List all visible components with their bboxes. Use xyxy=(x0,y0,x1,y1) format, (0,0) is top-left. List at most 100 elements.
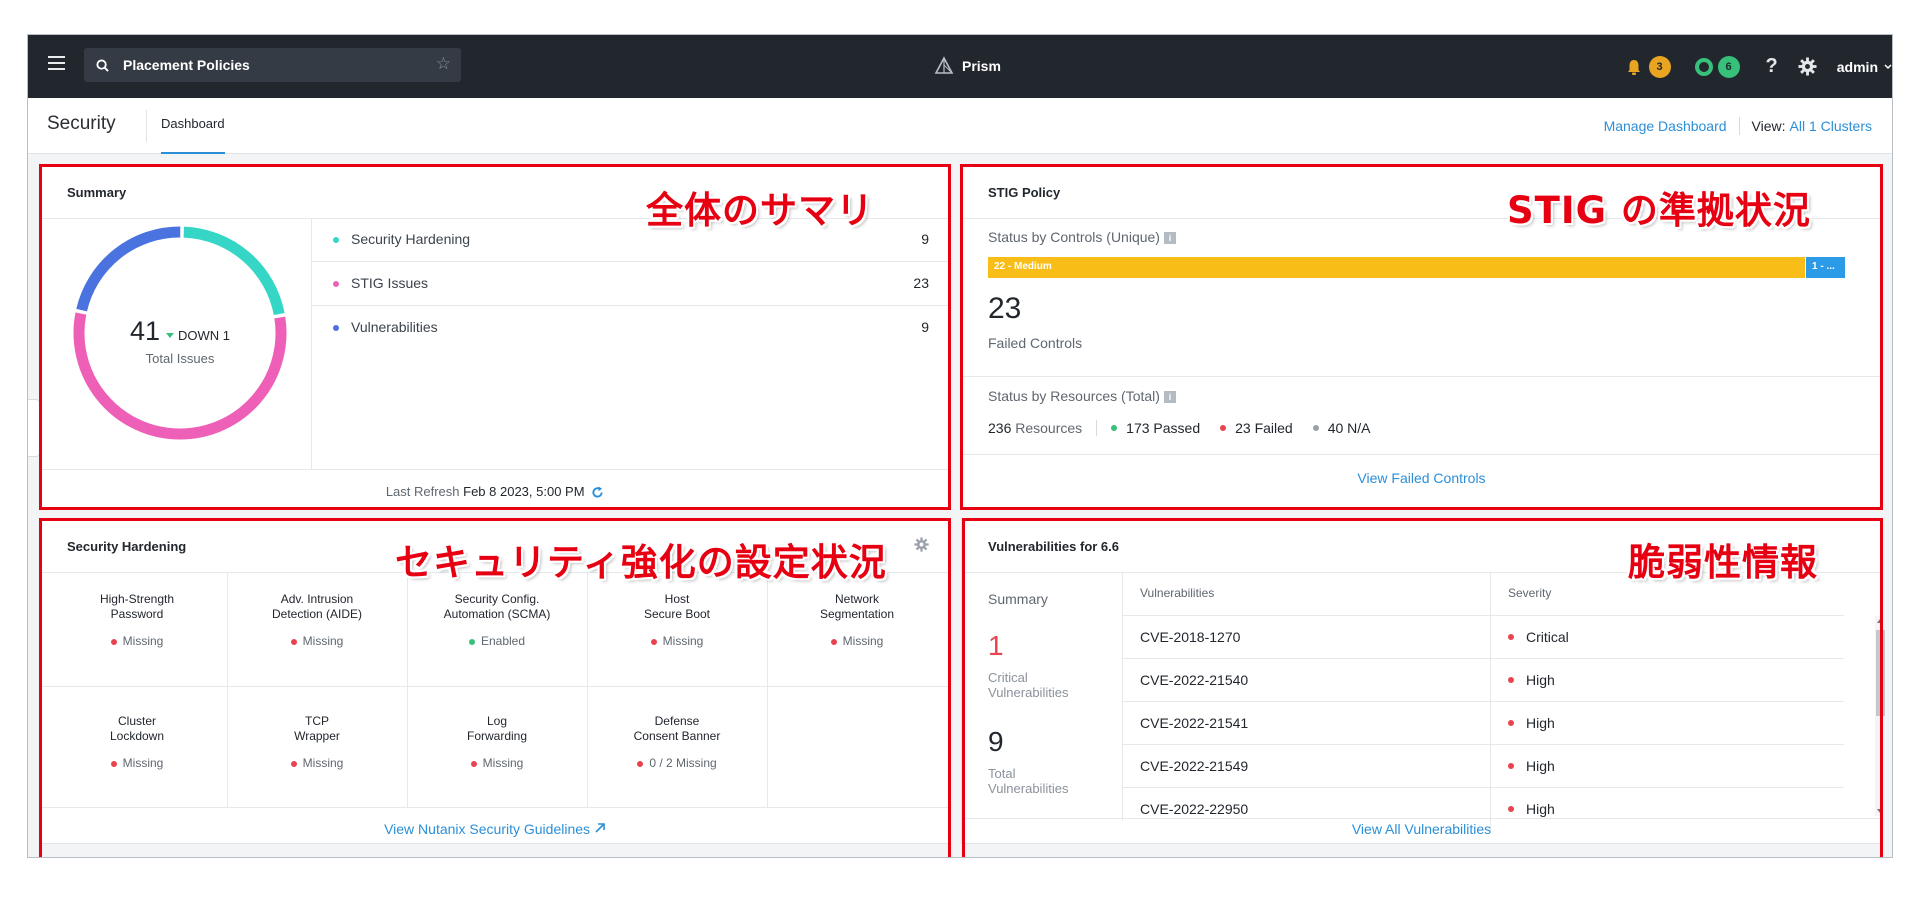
hardening-name-line1: Host xyxy=(664,592,690,606)
security-guidelines-link[interactable]: View Nutanix Security Guidelines xyxy=(41,821,949,837)
hardening-item[interactable]: High-Strength Password Missing xyxy=(47,592,227,649)
view-all-vulnerabilities-link[interactable]: View All Vulnerabilities xyxy=(962,821,1881,837)
severity-label: High xyxy=(1526,672,1555,688)
status-dot xyxy=(830,638,837,645)
star-icon[interactable]: ☆ xyxy=(436,54,451,74)
cve-id[interactable]: CVE-2022-21541 xyxy=(1140,715,1248,731)
divider xyxy=(1490,572,1491,615)
divider xyxy=(41,469,949,470)
info-icon[interactable]: i xyxy=(1163,391,1176,404)
tasks-ring-icon[interactable] xyxy=(1694,57,1713,76)
legend-item[interactable]: Vulnerabilities 9 xyxy=(311,306,951,350)
hardening-status: Missing xyxy=(47,756,227,771)
annotation-hardening: セキュリティ強化の設定状況 xyxy=(395,541,887,584)
divider xyxy=(1490,745,1491,788)
status-dot xyxy=(468,638,475,645)
scroll-up-icon[interactable] xyxy=(1877,619,1883,623)
view-failed-controls-link[interactable]: View Failed Controls xyxy=(962,470,1881,486)
cluster-selector[interactable]: All 1 Clusters xyxy=(1790,118,1872,134)
severity-label: High xyxy=(1526,715,1555,731)
hardening-item[interactable]: Adv. Intrusion Detection (AIDE) Missing xyxy=(227,592,407,649)
hardening-name-line1: Log xyxy=(486,714,508,728)
status-dot xyxy=(1508,720,1514,726)
legend-value: 9 xyxy=(921,319,929,335)
divider xyxy=(146,110,147,142)
vulnerabilities-title: Vulnerabilities for 6.6 xyxy=(988,539,1120,554)
hardening-item[interactable]: Security Config. Automation (SCMA) Enabled xyxy=(407,592,587,649)
hardening-item[interactable]: Defense Consent Banner 0 / 2 Missing xyxy=(587,714,767,771)
hardening-name-line1: Defense xyxy=(654,714,700,728)
cve-id[interactable]: CVE-2022-22950 xyxy=(1140,801,1248,817)
info-icon[interactable]: i xyxy=(1163,232,1176,245)
prism-logo-icon xyxy=(934,56,954,74)
user-menu[interactable]: admin xyxy=(1837,59,1878,75)
resources-count: 236 xyxy=(988,420,1012,436)
hardening-item[interactable]: Host Secure Boot Missing xyxy=(587,592,767,649)
alerts-badge[interactable]: 3 xyxy=(1648,55,1671,78)
hardening-item[interactable]: Cluster Lockdown Missing xyxy=(47,714,227,771)
passed-label: 173 Passed xyxy=(1126,420,1201,436)
hardening-name-line2: Detection (AIDE) xyxy=(271,607,363,621)
failed-stat: 23 Failed xyxy=(1220,420,1293,436)
side-panel-handle[interactable] xyxy=(28,399,40,457)
tasks-badge[interactable]: 6 xyxy=(1717,55,1740,78)
trend-label: DOWN 1 xyxy=(178,328,231,343)
na-label: 40 N/A xyxy=(1327,420,1371,436)
hardening-item[interactable]: Log Forwarding Missing xyxy=(407,714,587,771)
status-dot xyxy=(290,760,297,767)
hardening-status: Enabled xyxy=(407,634,587,649)
hardening-name-line2: Wrapper xyxy=(294,729,340,743)
total-label-line1: Total xyxy=(988,766,1016,781)
hardening-status: 0 / 2 Missing xyxy=(587,756,767,771)
hardening-item[interactable]: Network Segmentation Missing xyxy=(767,592,947,649)
annotation-summary: 全体のサマリ xyxy=(646,189,874,232)
hardening-name-line2: Automation (SCMA) xyxy=(443,607,551,621)
gear-icon[interactable] xyxy=(914,537,929,552)
severity-cell: High xyxy=(1508,758,1555,774)
medium-segment[interactable]: 22 - Medium xyxy=(988,257,1805,278)
cve-id[interactable]: CVE-2022-21549 xyxy=(1140,758,1248,774)
help-icon[interactable]: ? xyxy=(1766,55,1778,78)
divider xyxy=(962,454,1881,455)
gear-icon[interactable] xyxy=(1798,57,1817,76)
hardening-name-line1: High-Strength xyxy=(99,592,175,606)
column-header-severity[interactable]: Severity xyxy=(1508,572,1551,615)
hardening-status: Missing xyxy=(227,756,407,771)
refresh-icon[interactable] xyxy=(591,486,604,499)
severity-cell: Critical xyxy=(1508,629,1569,645)
severity-label: High xyxy=(1526,801,1555,817)
status-dot xyxy=(1111,425,1118,431)
status-dot xyxy=(110,638,117,645)
status-dot xyxy=(1508,806,1514,812)
donut-slice[interactable] xyxy=(183,226,285,316)
status-controls-label: Status by Controls (Unique) xyxy=(988,229,1160,245)
cve-id[interactable]: CVE-2018-1270 xyxy=(1140,629,1240,645)
table-row[interactable]: CVE-2018-1270 Critical xyxy=(1122,615,1844,659)
hardening-name-line2: Lockdown xyxy=(109,729,165,743)
legend-dot xyxy=(333,325,339,331)
cve-id[interactable]: CVE-2022-21540 xyxy=(1140,672,1248,688)
legend-item[interactable]: STIG Issues 23 xyxy=(311,262,951,306)
manage-dashboard-link[interactable]: Manage Dashboard xyxy=(1604,118,1727,134)
hardening-name-line1: Security Config. xyxy=(454,592,540,606)
column-header-vulnerabilities[interactable]: Vulnerabilities xyxy=(1140,572,1214,615)
scroll-down-icon[interactable] xyxy=(1877,809,1883,813)
hardening-item[interactable]: TCP Wrapper Missing xyxy=(227,714,407,771)
table-row[interactable]: CVE-2022-21549 High xyxy=(1122,744,1844,788)
donut-slice[interactable] xyxy=(76,226,181,312)
table-row[interactable]: CVE-2022-21541 High xyxy=(1122,701,1844,745)
table-row[interactable]: CVE-2022-21540 High xyxy=(1122,658,1844,702)
other-segment[interactable]: 1 - ... xyxy=(1806,257,1845,278)
guidelines-label: View Nutanix Security Guidelines xyxy=(384,821,591,837)
brand-name: Prism xyxy=(962,58,1001,74)
failed-label: 23 Failed xyxy=(1235,420,1293,436)
failed-controls-count: 23 xyxy=(988,292,1022,325)
chevron-down-icon[interactable] xyxy=(1884,63,1892,71)
tab-dashboard[interactable]: Dashboard xyxy=(161,98,225,154)
table-scrollbar[interactable] xyxy=(1875,616,1885,816)
menu-icon[interactable] xyxy=(48,56,65,70)
bell-icon[interactable] xyxy=(1625,58,1643,76)
legend-dot xyxy=(333,237,339,243)
search-bar[interactable]: Placement Policies ☆ xyxy=(84,48,461,82)
scrollbar-thumb[interactable] xyxy=(1876,630,1885,716)
